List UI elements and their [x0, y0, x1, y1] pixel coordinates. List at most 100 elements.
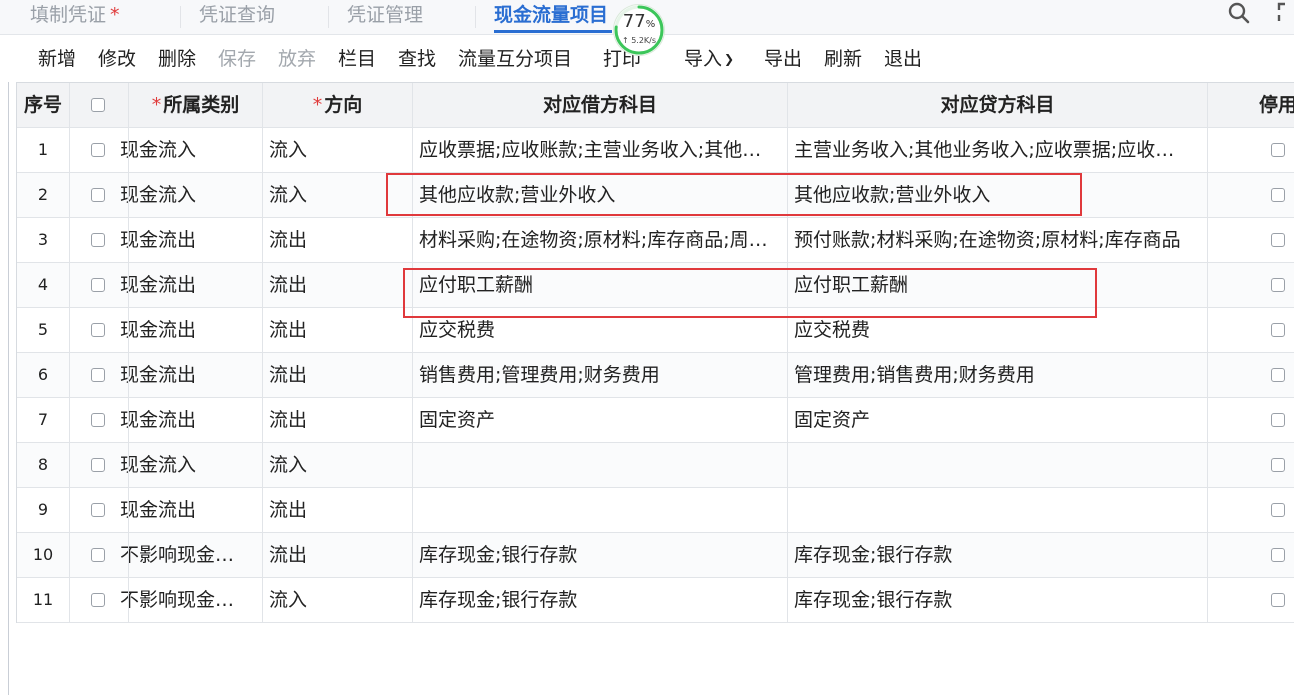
category-cell[interactable]: 现金流出 — [120, 263, 249, 307]
debit-account-cell[interactable]: 应收票据;应收账款;主营业务收入;其他业务收入 — [419, 128, 771, 172]
category-cell[interactable]: 现金流入 — [120, 128, 249, 172]
tab-voucher-entry[interactable]: 填制凭证 * — [30, 0, 120, 33]
row-disabled-checkbox[interactable] — [1271, 278, 1285, 292]
header-debit-account[interactable]: 对应借方科目 — [413, 83, 787, 127]
debit-account-cell[interactable]: 库存现金;银行存款 — [419, 533, 771, 577]
row-checkbox[interactable] — [91, 323, 105, 337]
tab-label: 现金流量项目 — [494, 4, 609, 26]
category-cell[interactable]: 不影响现金流量 — [120, 578, 249, 622]
direction-cell[interactable]: 流出 — [269, 533, 405, 577]
edit-button[interactable]: 修改 — [98, 47, 136, 71]
credit-account-cell[interactable] — [794, 488, 1184, 532]
tab-voucher-query[interactable]: 凭证查询 — [199, 0, 275, 33]
debit-account-cell[interactable]: 应交税费 — [419, 308, 771, 352]
network-speed-widget: 77% ↑ 5.2K/s — [614, 5, 664, 55]
select-all-checkbox[interactable] — [91, 98, 105, 112]
row-checkbox[interactable] — [91, 458, 105, 472]
debit-account-cell[interactable] — [419, 443, 771, 487]
export-button[interactable]: 导出 — [764, 47, 802, 71]
credit-account-cell[interactable]: 库存现金;银行存款 — [794, 533, 1184, 577]
find-button[interactable]: 查找 — [398, 47, 436, 71]
row-checkbox[interactable] — [91, 368, 105, 382]
column-divider — [787, 83, 788, 623]
delete-button[interactable]: 删除 — [158, 47, 196, 71]
exit-button[interactable]: 退出 — [884, 47, 922, 71]
header-credit-account[interactable]: 对应贷方科目 — [788, 83, 1207, 127]
row-disabled-checkbox[interactable] — [1271, 233, 1285, 247]
row-divider — [17, 262, 1294, 263]
direction-cell[interactable]: 流出 — [269, 308, 405, 352]
row-checkbox[interactable] — [91, 278, 105, 292]
header-direction[interactable]: * 方向 — [263, 83, 412, 127]
credit-account-cell[interactable]: 主营业务收入;其他业务收入;应收票据;应收账款 — [794, 128, 1184, 172]
category-cell[interactable]: 现金流出 — [120, 218, 249, 262]
row-checkbox[interactable] — [91, 593, 105, 607]
debit-account-cell[interactable]: 固定资产 — [419, 398, 771, 442]
row-checkbox[interactable] — [91, 413, 105, 427]
category-cell[interactable]: 现金流出 — [120, 398, 249, 442]
debit-account-cell[interactable]: 应付职工薪酬 — [419, 263, 771, 307]
save-button[interactable]: 保存 — [218, 47, 256, 71]
row-checkbox[interactable] — [91, 503, 105, 517]
row-disabled-checkbox[interactable] — [1271, 323, 1285, 337]
direction-cell[interactable]: 流出 — [269, 398, 405, 442]
debit-account-cell[interactable] — [419, 488, 771, 532]
row-disabled-checkbox[interactable] — [1271, 593, 1285, 607]
credit-account-cell[interactable]: 预付账款;材料采购;在途物资;原材料;库存商品 — [794, 218, 1184, 262]
direction-cell[interactable]: 流出 — [269, 263, 405, 307]
row-checkbox[interactable] — [91, 233, 105, 247]
credit-account-cell[interactable]: 管理费用;销售费用;财务费用 — [794, 353, 1184, 397]
direction-cell[interactable]: 流入 — [269, 173, 405, 217]
direction-cell[interactable]: 流入 — [269, 443, 405, 487]
credit-account-cell[interactable]: 应交税费 — [794, 308, 1184, 352]
new-button[interactable]: 新增 — [38, 47, 76, 71]
row-disabled-checkbox[interactable] — [1271, 413, 1285, 427]
credit-account-cell[interactable] — [794, 443, 1184, 487]
direction-cell[interactable]: 流入 — [269, 128, 405, 172]
discard-button[interactable]: 放弃 — [278, 47, 316, 71]
credit-account-cell[interactable]: 库存现金;银行存款 — [794, 578, 1184, 622]
expand-icon[interactable] — [1276, 1, 1294, 27]
header-category[interactable]: * 所属类别 — [129, 83, 262, 127]
category-cell[interactable]: 现金流出 — [120, 308, 249, 352]
row-disabled-checkbox[interactable] — [1271, 368, 1285, 382]
row-checkbox[interactable] — [91, 143, 105, 157]
category-cell[interactable]: 现金流入 — [120, 443, 249, 487]
row-checkbox[interactable] — [91, 188, 105, 202]
tab-divider — [328, 6, 329, 28]
cash-flow-items-table: 序号 * 所属类别 * 方向 对应借方科目 对应贷方科目 停用 1 现金流入 流入 应收票… — [16, 82, 1294, 623]
header-disabled[interactable]: 停用 — [1259, 83, 1294, 127]
tab-divider — [475, 6, 476, 28]
column-divider — [1207, 83, 1208, 623]
category-cell[interactable]: 现金流出 — [120, 488, 249, 532]
refresh-button[interactable]: 刷新 — [824, 47, 862, 71]
direction-cell[interactable]: 流出 — [269, 218, 405, 262]
debit-account-cell[interactable]: 销售费用;管理费用;财务费用 — [419, 353, 771, 397]
import-button[interactable]: 导入 ❯ — [684, 47, 734, 71]
column-divider — [412, 83, 413, 623]
category-cell[interactable]: 不影响现金流量 — [120, 533, 249, 577]
tab-voucher-management[interactable]: 凭证管理 — [347, 0, 423, 33]
row-disabled-checkbox[interactable] — [1271, 188, 1285, 202]
tab-cash-flow-items[interactable]: 现金流量项目 — [494, 0, 613, 33]
row-disabled-checkbox[interactable] — [1271, 548, 1285, 562]
row-disabled-checkbox[interactable] — [1271, 503, 1285, 517]
row-disabled-checkbox[interactable] — [1271, 458, 1285, 472]
direction-cell[interactable]: 流入 — [269, 578, 405, 622]
cross-items-button[interactable]: 流量互分项目 — [458, 47, 572, 71]
row-disabled-checkbox[interactable] — [1271, 143, 1285, 157]
direction-cell[interactable]: 流出 — [269, 488, 405, 532]
category-cell[interactable]: 现金流入 — [120, 173, 249, 217]
row-checkbox[interactable] — [91, 548, 105, 562]
direction-cell[interactable]: 流出 — [269, 353, 405, 397]
debit-account-cell[interactable]: 库存现金;银行存款 — [419, 578, 771, 622]
debit-account-cell[interactable]: 材料采购;在途物资;原材料;库存商品;周转材料 — [419, 218, 771, 262]
credit-account-cell[interactable]: 固定资产 — [794, 398, 1184, 442]
category-cell[interactable]: 现金流出 — [120, 353, 249, 397]
row-divider — [17, 577, 1294, 578]
credit-account-cell[interactable]: 其他应收款;营业外收入 — [794, 173, 1184, 217]
columns-button[interactable]: 栏目 — [338, 47, 376, 71]
search-icon[interactable] — [1226, 1, 1252, 27]
credit-account-cell[interactable]: 应付职工薪酬 — [794, 263, 1184, 307]
debit-account-cell[interactable]: 其他应收款;营业外收入 — [419, 173, 771, 217]
